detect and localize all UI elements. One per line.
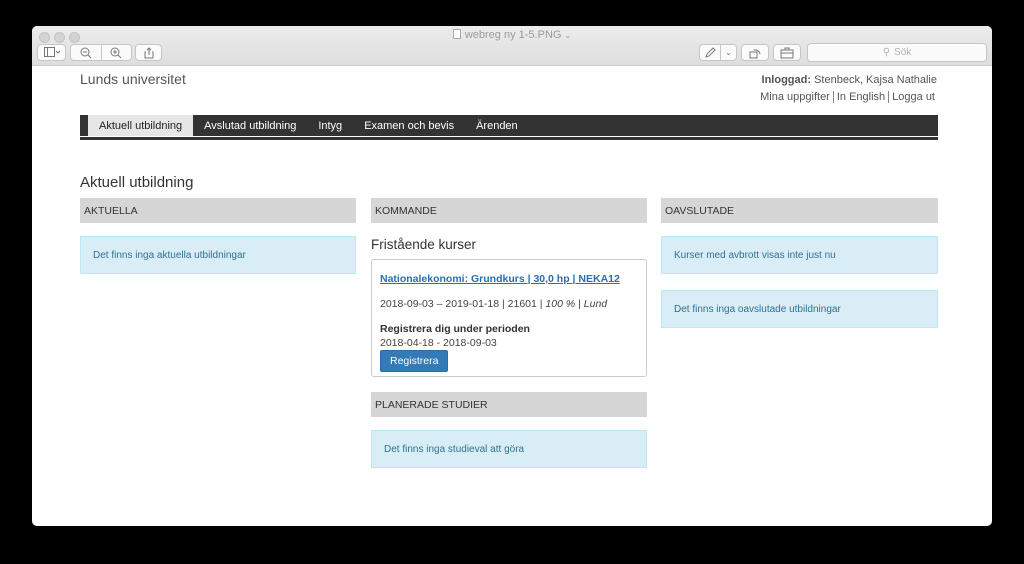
search-icon: ⚲ — [882, 47, 891, 58]
toolbar-divider — [720, 45, 722, 60]
page-title: Aktuell utbildning — [80, 174, 194, 191]
chevron-down-icon: ⌄ — [564, 31, 572, 40]
english-link[interactable]: In English — [835, 91, 887, 103]
my-details-link[interactable]: Mina uppgifter — [758, 91, 832, 103]
unfinished-empty-message: Det finns inga oavslutade utbildningar — [661, 290, 938, 328]
course-location: Lund — [583, 298, 608, 310]
registration-label: Registrera dig under perioden — [380, 323, 530, 335]
tab-current-education[interactable]: Aktuell utbildning — [88, 115, 194, 136]
current-column: AKTUELLA Det finns inga aktuella utbildn… — [80, 198, 356, 274]
sidebar-toggle-button[interactable] — [37, 44, 66, 61]
registration-period: 2018-04-18 - 2018-09-03 — [380, 337, 497, 349]
zoom-in-icon — [110, 47, 122, 58]
rotate-icon — [749, 48, 761, 58]
markup-button[interactable]: ⌄ — [699, 44, 737, 61]
current-header: AKTUELLA — [80, 198, 356, 223]
course-meta: 2018-09-03 – 2019-01-18 | 21601 | 100 % … — [380, 298, 608, 310]
zoom-out-icon — [80, 47, 92, 58]
window-titlebar: webreg ny 1-5.PNG ⌄ ⌄ ⚲ Sök — [32, 26, 992, 66]
share-button[interactable] — [135, 44, 162, 61]
unfinished-column: OAVSLUTADE Kurser med avbrott visas inte… — [661, 198, 938, 328]
upcoming-header: KOMMANDE — [371, 198, 647, 223]
planned-studies-empty-message: Det finns inga studieval att göra — [371, 430, 647, 468]
course-card: Nationalekonomi: Grundkurs | 30,0 hp | N… — [371, 259, 647, 377]
main-nav: Aktuell utbildning Avslutad utbildning I… — [80, 115, 938, 136]
interrupted-courses-message: Kurser med avbrott visas inte just nu — [661, 236, 938, 274]
share-icon — [144, 46, 153, 58]
toolbox-icon — [780, 47, 794, 58]
zoom-controls — [70, 44, 132, 61]
planned-studies-header: PLANERADE STUDIER — [371, 392, 647, 417]
login-status: Inloggad: Stenbeck, Kajsa Nathalie — [762, 74, 937, 86]
tab-certificates[interactable]: Intyg — [307, 115, 353, 136]
current-empty-message: Det finns inga aktuella utbildningar — [80, 236, 356, 274]
unfinished-header: OAVSLUTADE — [661, 198, 938, 223]
rotate-button[interactable] — [741, 44, 769, 61]
tab-degrees[interactable]: Examen och bevis — [353, 115, 465, 136]
chevron-down-icon: ⌄ — [725, 48, 732, 57]
search-input[interactable]: ⚲ Sök — [807, 43, 987, 62]
tab-completed-education[interactable]: Avslutad utbildning — [193, 115, 307, 136]
sidebar-toggle-icon — [43, 47, 60, 57]
logout-link[interactable]: Logga ut — [890, 91, 937, 103]
site-title[interactable]: Lunds universitet — [80, 71, 186, 87]
standalone-courses-heading: Fristående kurser — [371, 237, 477, 252]
nav-divider — [80, 137, 938, 140]
page-content: Lunds universitet Inloggad: Stenbeck, Ka… — [32, 67, 992, 526]
upcoming-column: KOMMANDE Fristående kurser Nationalekono… — [371, 198, 647, 468]
course-pace: 100 % — [545, 298, 576, 310]
zoom-out-button[interactable] — [71, 47, 101, 59]
window-title[interactable]: webreg ny 1-5.PNG ⌄ — [32, 28, 992, 43]
zoom-in-button[interactable] — [102, 47, 132, 59]
user-links: Mina uppgifter In English Logga ut — [758, 91, 937, 103]
pen-icon — [705, 46, 716, 58]
link-divider — [832, 91, 834, 103]
toolbox-button[interactable] — [773, 44, 801, 61]
user-name: Stenbeck, Kajsa Nathalie — [814, 74, 937, 86]
logged-in-label: Inloggad: — [761, 74, 812, 86]
tab-cases[interactable]: Ärenden — [465, 115, 529, 136]
preview-window: webreg ny 1-5.PNG ⌄ ⌄ ⚲ Sök Lunds univer… — [32, 26, 992, 526]
document-icon — [452, 29, 461, 39]
register-button[interactable]: Registrera — [380, 350, 449, 372]
course-link[interactable]: Nationalekonomi: Grundkurs | 30,0 hp | N… — [380, 273, 638, 285]
